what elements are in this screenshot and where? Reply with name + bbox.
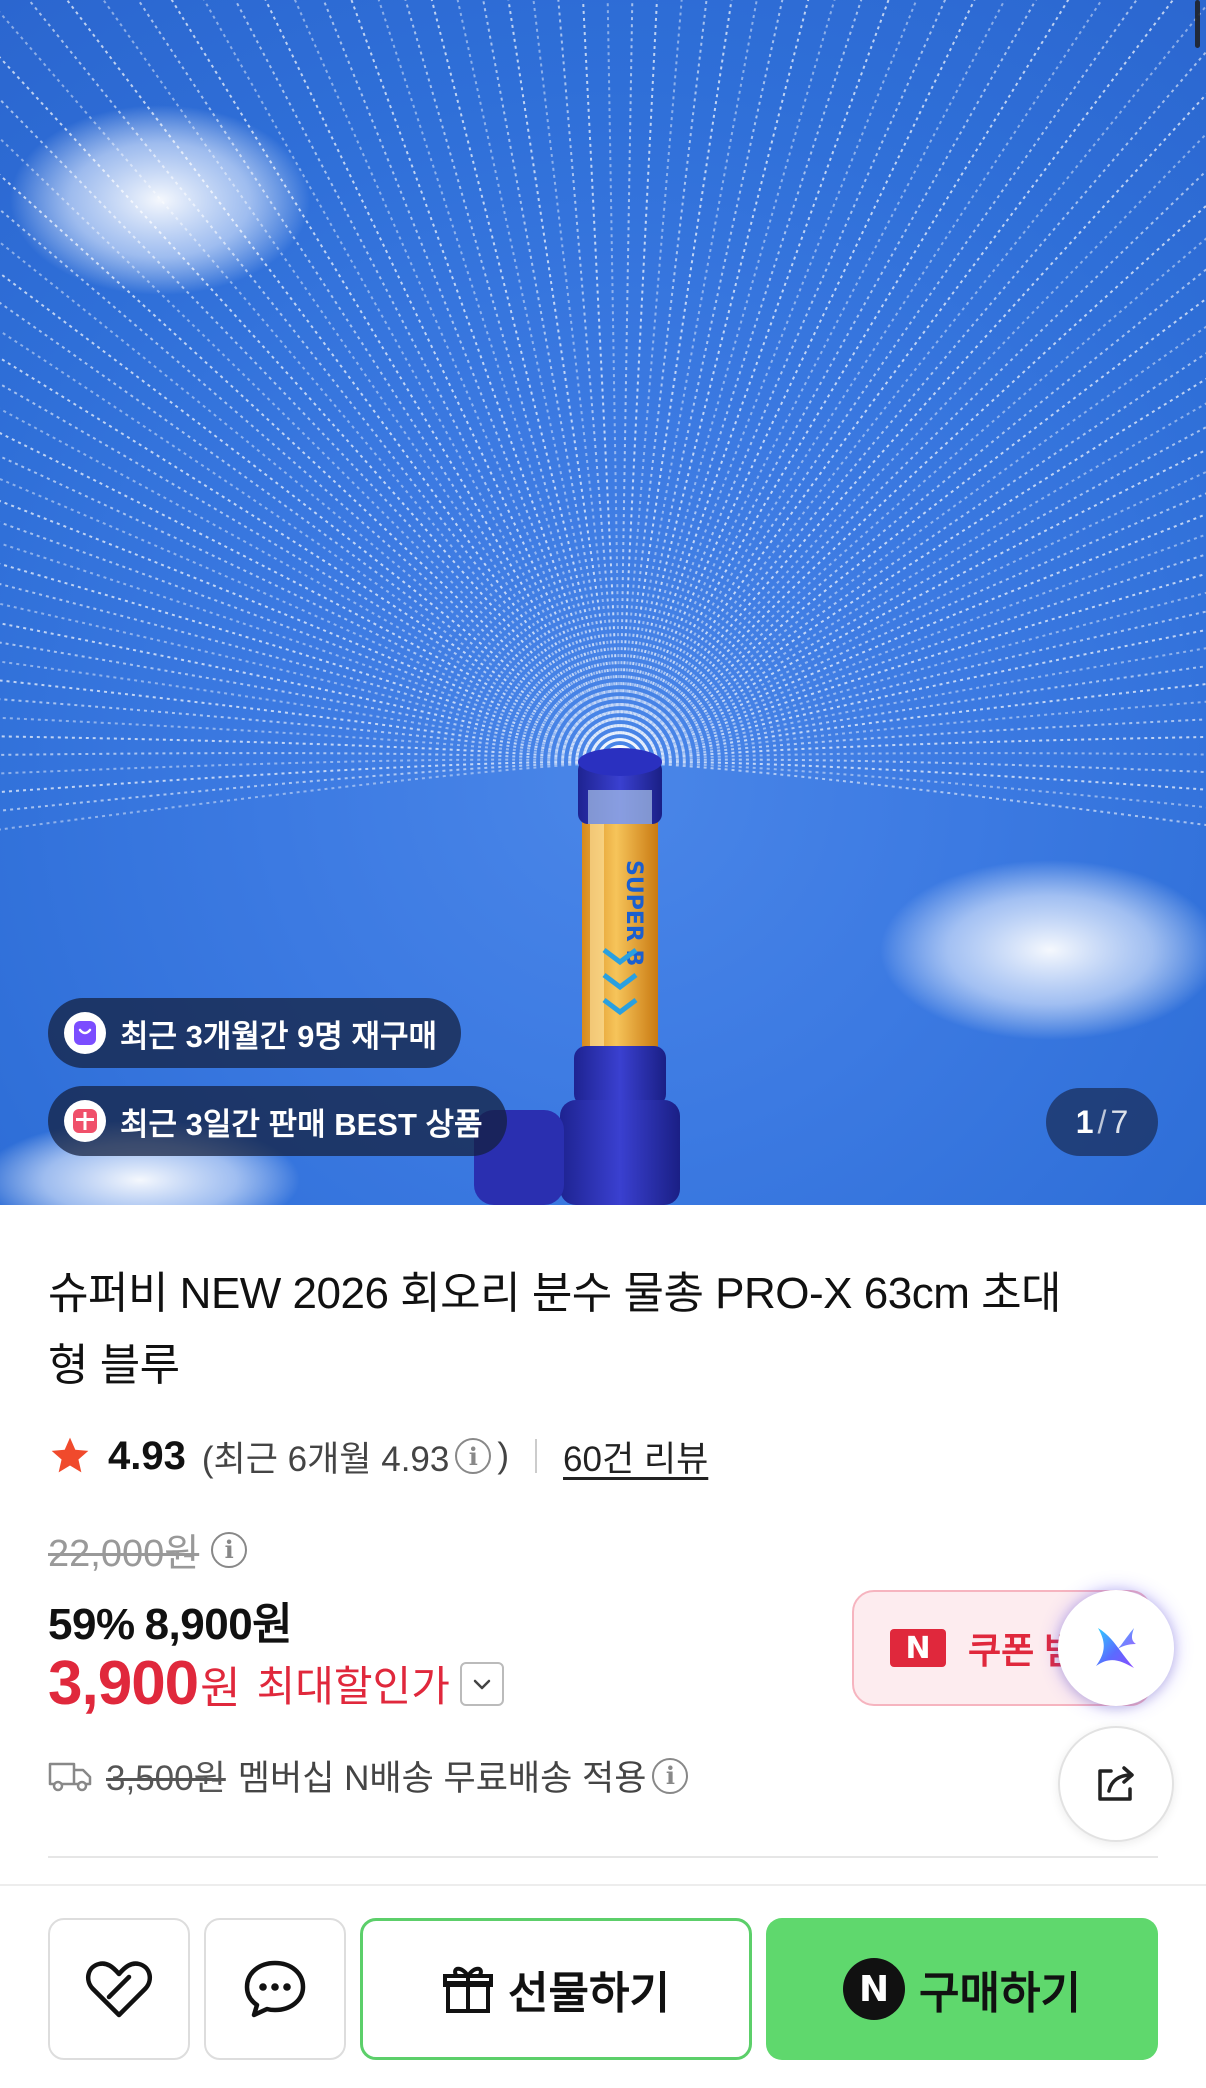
shipping-old-fee: 3,500원 [106,1759,226,1798]
ai-assistant-button[interactable] [1058,1590,1174,1706]
gift-box-icon [64,1100,106,1142]
star-icon [51,1437,89,1473]
chat-button[interactable] [204,1918,346,2060]
info-icon[interactable]: i [652,1757,689,1794]
shipping-info: 3,500원 멤버십 N배송 무료배송 적용 i [48,1750,694,1801]
gift-label: 선물하기 [508,1969,670,2018]
heart-icon [85,1961,153,2018]
buy-label: 구매하기 [919,1969,1081,2018]
image-counter-total: 7 [1110,1103,1129,1140]
sparkle-icon [1096,1628,1136,1668]
wishlist-button[interactable] [48,1918,190,2060]
repurchase-badge: 최근 3개월간 9명 재구매 [48,998,461,1068]
info-icon[interactable]: i [455,1438,492,1474]
scrollbar[interactable] [1195,0,1200,48]
water-gun-product: SUPER B [474,748,680,1205]
chat-bubble-icon [244,1960,306,2018]
image-counter-separator: / [1097,1103,1107,1140]
sale-price: 59% 8,900원 [48,1588,293,1652]
repurchase-text: 최근 3개월간 9명 재구매 [120,1018,437,1054]
reviews-link[interactable]: 60건 리뷰 [563,1431,708,1482]
gift-button[interactable]: 선물하기 [360,1918,752,2060]
discount-percent: 59% [48,1600,135,1649]
sale-price-value: 8,900원 [144,1600,293,1649]
original-price: 22,000원 i [48,1522,253,1577]
naver-n-icon: N [890,1629,946,1667]
cloud [880,860,1206,1040]
divider [48,1856,1158,1858]
cloud [10,105,310,295]
original-price-value: 22,000원 [48,1533,200,1575]
max-discount-unit: 원 [200,1663,241,1713]
rating-row: 4.93 (최근 6개월 4.93 i ) 60건 리뷰 [48,1430,708,1482]
product-image-carousel[interactable]: SUPER B 최근 3개월간 9명 재구매 최근 3일간 판매 BEST 상품… [0,0,1206,1205]
product-title: 슈퍼비 NEW 2026 회오리 분수 물총 PRO-X 63cm 초대형 블루 [48,1269,1062,1390]
truck-icon [48,1762,92,1791]
best-seller-text: 최근 3일간 판매 BEST 상품 [120,1106,483,1142]
recent-rating-close: ) [497,1436,510,1475]
naver-pay-icon: N [843,1958,906,2020]
info-icon[interactable]: i [211,1531,248,1568]
divider [535,1439,538,1473]
gift-icon [443,1966,494,2013]
buy-button[interactable]: N 구매하기 [766,1918,1158,2060]
max-discount-value: 3,900 [48,1649,199,1718]
shopping-bag-icon [64,1012,106,1054]
max-discount-price[interactable]: 3,900 원 최대할인가 [48,1648,504,1719]
shipping-text: 멤버십 N배송 무료배송 적용 [237,1759,647,1798]
share-icon [1098,1766,1134,1801]
image-counter: 1 / 7 [1046,1088,1158,1156]
chevron-down-icon[interactable] [459,1661,504,1706]
rating-score: 4.93 [108,1433,186,1478]
max-discount-label: 최대할인가 [256,1663,450,1710]
best-seller-badge: 최근 3일간 판매 BEST 상품 [48,1086,507,1156]
recent-rating-text: (최근 6개월 4.93 [201,1439,450,1479]
share-button[interactable] [1058,1726,1174,1842]
recent-rating: (최근 6개월 4.93 i ) [202,1431,509,1482]
image-counter-current: 1 [1075,1103,1094,1140]
